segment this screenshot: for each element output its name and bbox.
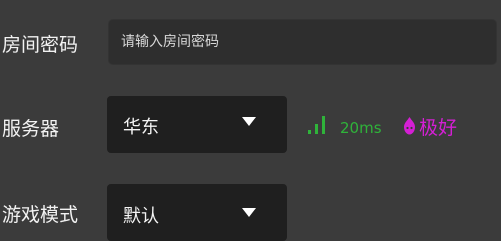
room-password-input[interactable] [108, 19, 497, 65]
room-password-label: 房间密码 [2, 34, 79, 56]
signal-strength-icon [308, 116, 325, 134]
chevron-down-icon [242, 208, 256, 217]
server-select[interactable]: 华东 [107, 96, 287, 153]
quality-badge-icon [404, 117, 415, 135]
game-mode-select[interactable]: 默认 [107, 184, 287, 241]
game-mode-select-value: 默认 [123, 206, 159, 227]
latency-value: 20ms [340, 119, 382, 137]
game-mode-label: 游戏模式 [2, 204, 79, 226]
connection-quality: 极好 [401, 113, 457, 139]
quality-text: 极好 [419, 116, 458, 139]
server-label: 服务器 [2, 118, 60, 140]
server-select-value: 华东 [123, 117, 159, 138]
chevron-down-icon [242, 117, 256, 126]
